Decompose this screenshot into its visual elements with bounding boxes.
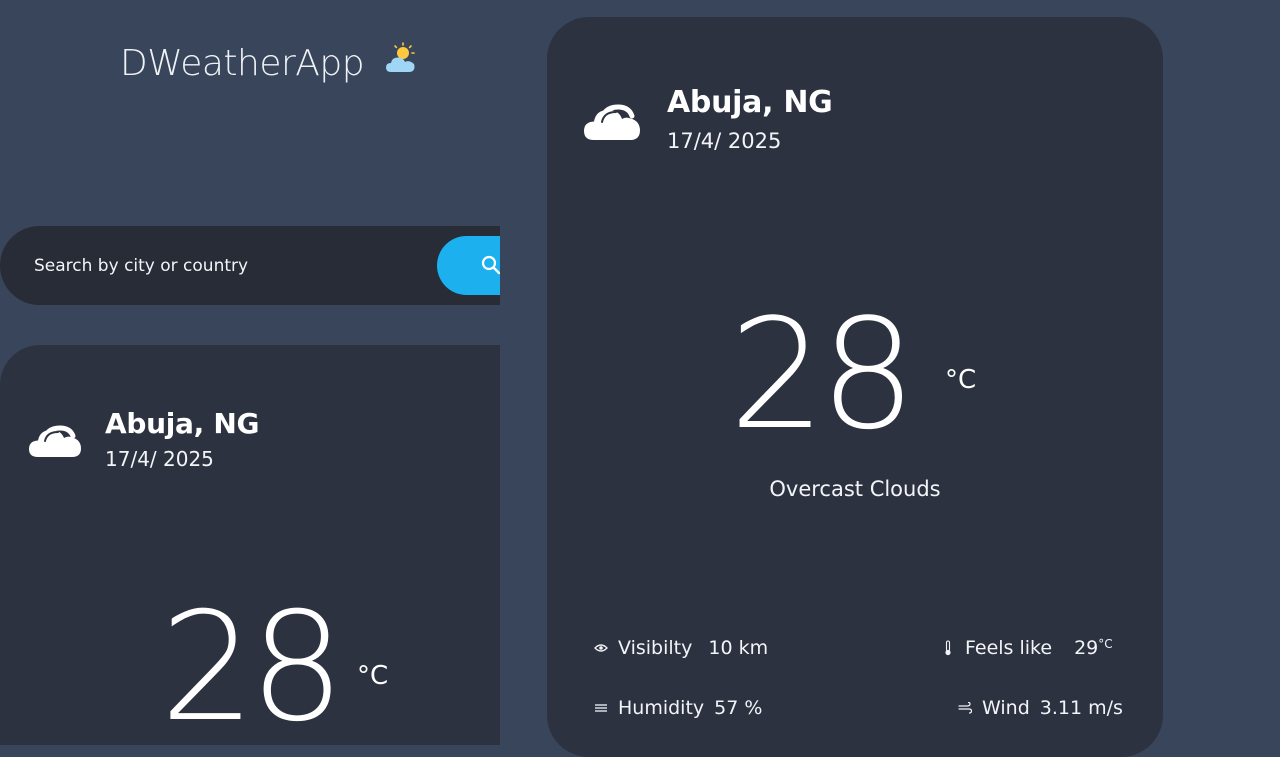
humidity-icon — [594, 701, 608, 715]
search-icon — [481, 255, 500, 275]
wind-icon — [958, 701, 972, 715]
wind-value: 3.11 m/s — [1039, 697, 1123, 719]
thermometer-icon — [941, 640, 955, 656]
date: 17/4/ 2025 — [105, 447, 214, 471]
cloud-icon — [583, 99, 641, 145]
humidity-value: 57 % — [714, 697, 763, 719]
date: 17/4/ 2025 — [667, 129, 782, 153]
feels-like-label: Feels like — [965, 637, 1053, 659]
weather-condition: Overcast Clouds — [769, 477, 941, 501]
app-header: DWeatherApp — [120, 42, 418, 85]
wind-label: Wind — [982, 697, 1030, 719]
feels-like-detail: Feels like 29 °C — [941, 637, 1113, 659]
cloud-icon — [28, 420, 82, 462]
temperature-unit: °C — [945, 365, 977, 395]
sun-behind-cloud-icon — [384, 42, 418, 85]
app-title: DWeatherApp — [120, 43, 365, 84]
humidity-detail: Humidity 57 % — [594, 697, 762, 719]
temperature: 28 — [729, 286, 916, 463]
visibility-detail: Visibilty 10 km — [594, 637, 768, 659]
eye-icon — [594, 641, 608, 655]
wind-detail: Wind 3.11 m/s — [958, 697, 1123, 719]
feels-like-value: 29 — [1074, 637, 1099, 659]
current-weather-card-left: Abuja, NG 17/4/ 2025 28 °C — [0, 345, 500, 745]
city-name: Abuja, NG — [105, 407, 260, 440]
visibility-label: Visibilty — [618, 637, 693, 659]
city-name: Abuja, NG — [667, 85, 833, 120]
visibility-value: 10 km — [708, 637, 769, 659]
search-bar — [0, 226, 500, 305]
current-weather-card: Abuja, NG 17/4/ 2025 28 °C Overcast Clou… — [547, 17, 1163, 757]
search-input[interactable] — [34, 252, 414, 280]
temperature-unit: °C — [357, 661, 389, 691]
humidity-label: Humidity — [618, 697, 705, 719]
search-button[interactable] — [437, 236, 500, 295]
feels-like-unit: °C — [1098, 637, 1113, 651]
temperature: 28 — [160, 581, 345, 755]
